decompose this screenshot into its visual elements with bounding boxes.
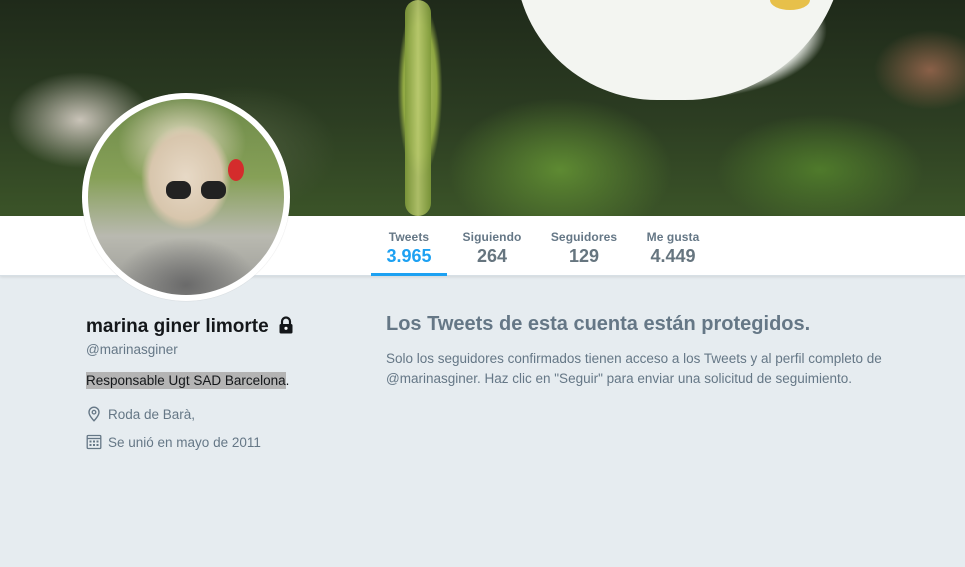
stat-likes-label: Me gusta (646, 230, 700, 244)
stat-followers-value: 129 (568, 246, 600, 266)
stat-followers[interactable]: Seguidores 129 (544, 216, 624, 276)
calendar-icon (86, 434, 102, 450)
profile-location: Roda de Barà, (86, 406, 195, 422)
profile-handle[interactable]: @marinasginer (86, 342, 178, 357)
protected-title: Los Tweets de esta cuenta están protegid… (386, 313, 811, 335)
profile-name[interactable]: marina giner limorte (86, 316, 294, 338)
profile-name-text: marina giner limorte (86, 316, 269, 337)
stat-following-value: 264 (476, 246, 508, 266)
banner-flower-stem (405, 0, 431, 216)
profile-bio: Responsable Ugt SAD Barcelona. (86, 372, 290, 389)
stat-likes-value: 4.449 (650, 246, 696, 266)
profile-join-date: Se unió en mayo de 2011 (86, 434, 261, 450)
avatar-photo (88, 99, 284, 295)
protected-message: Solo los seguidores confirmados tienen a… (386, 351, 882, 386)
profile-join-date-text: Se unió en mayo de 2011 (108, 434, 261, 450)
stat-followers-label: Seguidores (550, 230, 618, 244)
stat-tweets-value: 3.965 (386, 246, 432, 266)
profile-bio-highlighted: Responsable Ugt SAD Barcelona (86, 372, 286, 389)
avatar-hair-flower (228, 159, 244, 181)
stat-following-label: Siguiendo (462, 230, 522, 244)
profile-bio-tail: . (285, 373, 290, 388)
stat-tweets-label: Tweets (388, 230, 430, 244)
lock-icon (279, 316, 293, 334)
banner-flower (515, 0, 845, 100)
stat-likes[interactable]: Me gusta 4.449 (636, 216, 710, 276)
avatar-sunglasses (166, 181, 226, 199)
profile-location-text: Roda de Barà, (108, 406, 196, 422)
location-pin-icon (88, 406, 100, 422)
stat-tweets[interactable]: Tweets 3.965 (371, 216, 447, 276)
profile-avatar[interactable] (82, 93, 290, 301)
stat-following[interactable]: Siguiendo 264 (454, 216, 530, 276)
